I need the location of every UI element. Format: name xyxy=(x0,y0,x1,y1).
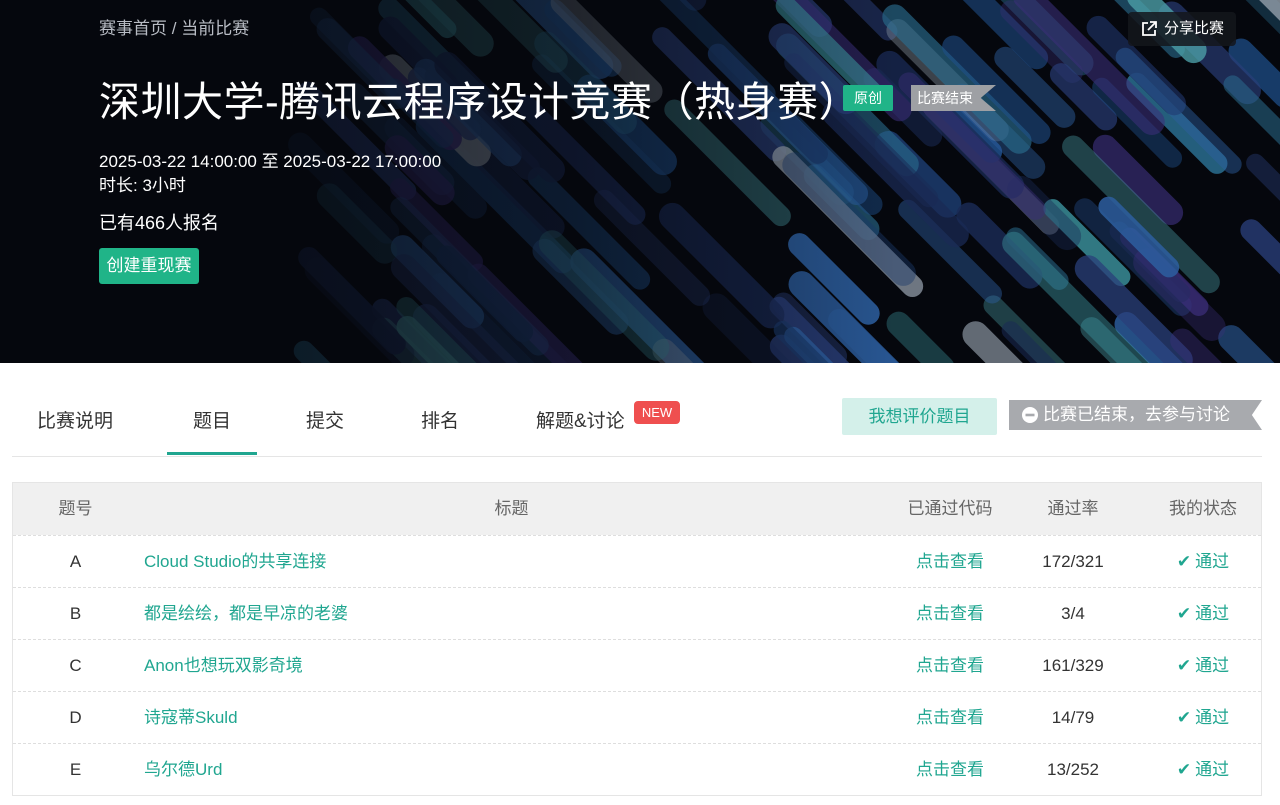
my-status: ✔ 通过 xyxy=(1153,588,1253,639)
view-code-link[interactable]: 点击查看 xyxy=(900,588,1000,639)
problem-title-link[interactable]: 诗寇蒂Skuld xyxy=(144,692,238,743)
breadcrumb-separator: / xyxy=(171,19,177,38)
problem-title-link[interactable]: Cloud Studio的共享连接 xyxy=(144,536,326,587)
view-code-link[interactable]: 点击查看 xyxy=(900,640,1000,691)
header-rate: 通过率 xyxy=(1047,499,1099,518)
status-label: 通过 xyxy=(1195,760,1230,779)
registration-count: 已有466人报名 xyxy=(99,213,220,233)
contest-banner: 赛事首页 / 当前比赛 分享比赛 深圳大学-腾讯云程序设计竞赛（热身赛） 原创 … xyxy=(0,0,1280,363)
header-id: 题号 xyxy=(58,499,93,518)
view-code-link[interactable]: 点击查看 xyxy=(900,692,1000,743)
problem-title-link[interactable]: Anon也想玩双影奇境 xyxy=(144,640,303,691)
share-button-label: 分享比赛 xyxy=(1164,20,1225,37)
rate-problems-button[interactable]: 我想评价题目 xyxy=(842,398,997,435)
pass-rate: 3/4 xyxy=(1061,604,1085,623)
pass-rate: 14/79 xyxy=(1051,708,1095,727)
join-discussion-button[interactable]: 比赛已结束，去参与讨论 xyxy=(1009,400,1262,430)
table-row: D 诗寇蒂Skuld 点击查看 14/79 ✔ 通过 xyxy=(13,691,1261,743)
table-row: C Anon也想玩双影奇境 点击查看 161/329 ✔ 通过 xyxy=(13,639,1261,691)
status-label: 通过 xyxy=(1195,708,1230,727)
check-icon: ✔ xyxy=(1176,760,1192,779)
contest-duration: 时长: 3小时 xyxy=(99,176,186,195)
check-icon: ✔ xyxy=(1176,604,1192,623)
problem-id: B xyxy=(69,604,82,623)
create-replay-button[interactable]: 创建重现赛 xyxy=(99,248,199,284)
contest-time-range: 2025-03-22 14:00:00 至 2025-03-22 17:00:0… xyxy=(99,152,442,171)
my-status: ✔ 通过 xyxy=(1153,744,1253,795)
tab-ranking[interactable]: 排名 xyxy=(421,406,459,455)
problem-id: D xyxy=(69,708,82,727)
table-row: E 乌尔德Urd 点击查看 13/252 ✔ 通过 xyxy=(13,743,1261,795)
table-row: A Cloud Studio的共享连接 点击查看 172/321 ✔ 通过 xyxy=(13,535,1261,587)
pass-rate: 172/321 xyxy=(1042,552,1104,571)
share-icon xyxy=(1142,21,1157,36)
view-code-link[interactable]: 点击查看 xyxy=(900,536,1000,587)
problem-id: C xyxy=(69,656,82,675)
check-icon: ✔ xyxy=(1176,708,1192,727)
status-label: 通过 xyxy=(1195,656,1230,675)
problem-table: 题号 标题 已通过代码 通过率 我的状态 A Cloud Studio的共享连接… xyxy=(12,482,1262,796)
my-status: ✔ 通过 xyxy=(1153,640,1253,691)
original-tag: 原创 xyxy=(843,85,893,111)
status-label: 通过 xyxy=(1195,552,1230,571)
contest-time-info: 2025-03-22 14:00:00 至 2025-03-22 17:00:0… xyxy=(99,150,441,198)
tab-description[interactable]: 比赛说明 xyxy=(37,406,113,455)
header-status: 我的状态 xyxy=(1169,499,1237,518)
header-code: 已通过代码 xyxy=(907,499,993,518)
tab-problems[interactable]: 题目 xyxy=(167,406,257,455)
problem-id: A xyxy=(69,552,82,571)
my-status: ✔ 通过 xyxy=(1153,692,1253,743)
my-status: ✔ 通过 xyxy=(1153,536,1253,587)
tab-submissions[interactable]: 提交 xyxy=(306,406,344,455)
pass-rate: 13/252 xyxy=(1047,760,1099,779)
breadcrumb-current: 当前比赛 xyxy=(181,19,250,38)
table-row: B 都是绘绘，都是早凉的老婆 点击查看 3/4 ✔ 通过 xyxy=(13,587,1261,639)
tab-discussion[interactable]: 解题&讨论 xyxy=(536,406,625,455)
view-code-link[interactable]: 点击查看 xyxy=(900,744,1000,795)
problem-title-link[interactable]: 乌尔德Urd xyxy=(144,744,222,795)
table-header: 题号 标题 已通过代码 通过率 我的状态 xyxy=(13,483,1261,535)
status-label: 通过 xyxy=(1195,604,1230,623)
share-button[interactable]: 分享比赛 xyxy=(1128,12,1236,46)
breadcrumb-home[interactable]: 赛事首页 xyxy=(99,19,167,38)
pass-rate: 161/329 xyxy=(1042,656,1104,675)
breadcrumb: 赛事首页 / 当前比赛 xyxy=(99,14,249,39)
new-badge: NEW xyxy=(634,401,680,424)
join-discussion-label: 比赛已结束，去参与讨论 xyxy=(1043,405,1230,424)
problem-id: E xyxy=(69,760,82,779)
check-icon: ✔ xyxy=(1176,656,1192,675)
minus-circle-icon xyxy=(1022,407,1038,423)
header-title: 标题 xyxy=(494,499,529,518)
contest-title: 深圳大学-腾讯云程序设计竞赛（热身赛） xyxy=(99,79,861,125)
problem-title-link[interactable]: 都是绘绘，都是早凉的老婆 xyxy=(144,588,348,639)
check-icon: ✔ xyxy=(1176,552,1192,571)
